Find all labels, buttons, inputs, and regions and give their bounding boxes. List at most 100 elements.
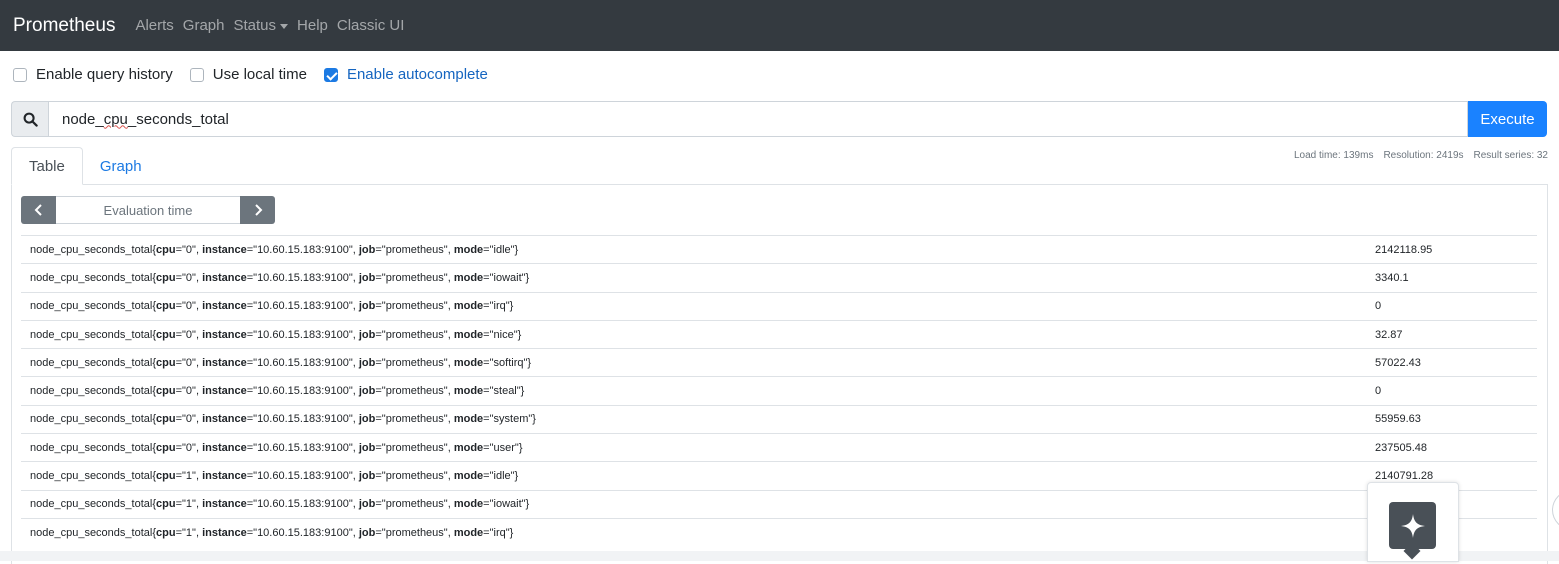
punctuation: ", (192, 328, 203, 341)
punctuation: ", (348, 243, 359, 256)
local-time-label[interactable]: Use local time (213, 66, 307, 83)
label-mode-value: irq (493, 526, 506, 539)
punctuation: ", (443, 441, 454, 454)
punctuation: =" (483, 441, 494, 454)
label-key: cpu (156, 356, 176, 369)
punctuation: =" (246, 413, 258, 426)
label-key: mode (453, 498, 484, 511)
nav-status-dropdown[interactable]: Status (234, 17, 289, 34)
label-instance-value: 10.60.15.183:9100 (257, 470, 349, 483)
series-labels: node_cpu_seconds_total{cpu="0", instance… (21, 413, 1366, 425)
brand-link[interactable]: Prometheus (13, 15, 115, 37)
bottom-scroll-area (0, 551, 1559, 561)
label-key: job (358, 441, 376, 454)
punctuation: "} (523, 356, 532, 369)
autocomplete-checkbox[interactable] (323, 67, 338, 82)
punctuation: =" (483, 271, 494, 284)
query-history-checkbox[interactable] (13, 67, 27, 82)
nav-graph[interactable]: Graph (183, 17, 225, 34)
punctuation: ", (192, 441, 203, 454)
series-value: 237505.48 (1375, 441, 1427, 454)
label-key: cpu (156, 243, 176, 256)
punctuation: =" (375, 300, 386, 313)
series-value: 32.87 (1375, 328, 1403, 341)
punctuation: =" (375, 243, 386, 256)
nav-alerts[interactable]: Alerts (135, 17, 173, 34)
punctuation: =" (483, 243, 494, 256)
metric-name: node_cpu_seconds_total (30, 300, 153, 313)
query-history-option[interactable]: Enable query history (13, 66, 173, 83)
execute-button[interactable]: Execute (1468, 101, 1547, 137)
nav-classic-ui[interactable]: Classic UI (337, 17, 405, 34)
metric-name: node_cpu_seconds_total (30, 271, 153, 284)
label-key: mode (453, 385, 484, 398)
label-key: job (358, 413, 376, 426)
series-labels: node_cpu_seconds_total{cpu="1", instance… (21, 498, 1366, 510)
punctuation: ", (348, 356, 359, 369)
evaluation-time-control: Evaluation time (21, 196, 275, 224)
local-time-option[interactable]: Use local time (189, 66, 307, 83)
label-key: instance (202, 413, 247, 426)
punctuation: =" (246, 526, 258, 539)
label-instance-value: 10.60.15.183:9100 (257, 441, 349, 454)
punctuation: =" (246, 328, 258, 341)
label-job-value: prometheus (385, 498, 444, 511)
metric-name: node_cpu_seconds_total (30, 526, 153, 539)
label-key: cpu (156, 385, 176, 398)
label-key: mode (453, 441, 484, 454)
label-key: mode (453, 470, 484, 483)
autocomplete-option[interactable]: Enable autocomplete (323, 66, 488, 83)
punctuation: =" (483, 356, 494, 369)
label-mode-value: nice (493, 328, 514, 341)
autocomplete-label[interactable]: Enable autocomplete (347, 66, 488, 83)
punctuation: =" (175, 470, 186, 483)
label-job-value: prometheus (385, 470, 444, 483)
series-labels: node_cpu_seconds_total{cpu="1", instance… (21, 470, 1366, 482)
assistant-button[interactable] (1389, 502, 1436, 549)
view-tabs: Table Graph (11, 147, 159, 185)
label-key: mode (453, 300, 484, 313)
query-stats: Load time: 139ms Resolution: 2419s Resul… (1284, 150, 1548, 161)
expression-prefix: node_ (62, 110, 104, 128)
label-key: job (358, 271, 376, 284)
next-time-button[interactable] (240, 196, 275, 224)
label-key: job (358, 243, 376, 256)
punctuation: =" (175, 413, 186, 426)
chevron-left-icon (34, 204, 42, 216)
series-labels: node_cpu_seconds_total{cpu="0", instance… (21, 329, 1366, 341)
series-value: 55959.63 (1375, 413, 1421, 426)
results-table: node_cpu_seconds_total{cpu="0", instance… (21, 235, 1537, 546)
resolution: Resolution: 2419s (1383, 150, 1464, 161)
tab-table[interactable]: Table (11, 147, 83, 185)
punctuation: =" (483, 470, 494, 483)
punctuation: ", (443, 526, 454, 539)
table-row: node_cpu_seconds_total{cpu="1", instance… (21, 489, 1537, 518)
series-labels: node_cpu_seconds_total{cpu="0", instance… (21, 300, 1366, 312)
label-key: instance (202, 328, 247, 341)
expression-input[interactable]: node_ cpu _seconds_total (48, 101, 1468, 137)
series-value: 0 (1375, 385, 1382, 398)
assistant-widget[interactable] (1367, 482, 1459, 562)
table-row: node_cpu_seconds_total{cpu="0", instance… (21, 348, 1537, 376)
punctuation: =" (483, 300, 494, 313)
nav-status-label: Status (233, 17, 277, 34)
prev-time-button[interactable] (21, 196, 56, 224)
punctuation: =" (375, 470, 386, 483)
local-time-checkbox[interactable] (189, 67, 204, 82)
punctuation: ", (348, 300, 359, 313)
evaluation-time-input[interactable]: Evaluation time (56, 196, 240, 224)
query-history-label[interactable]: Enable query history (36, 66, 173, 83)
nav-help[interactable]: Help (297, 17, 328, 34)
label-job-value: prometheus (385, 526, 444, 539)
tab-graph[interactable]: Graph (83, 147, 159, 185)
edge-handle[interactable] (1552, 490, 1559, 530)
label-job-value: prometheus (385, 243, 444, 256)
punctuation: =" (175, 498, 186, 511)
chevron-right-icon (254, 204, 262, 216)
punctuation: ", (443, 413, 454, 426)
punctuation: =" (483, 328, 494, 341)
expression-suffix: _seconds_total (127, 110, 229, 128)
punctuation: =" (246, 441, 258, 454)
label-key: instance (202, 356, 247, 369)
label-mode-value: steal (493, 385, 517, 398)
